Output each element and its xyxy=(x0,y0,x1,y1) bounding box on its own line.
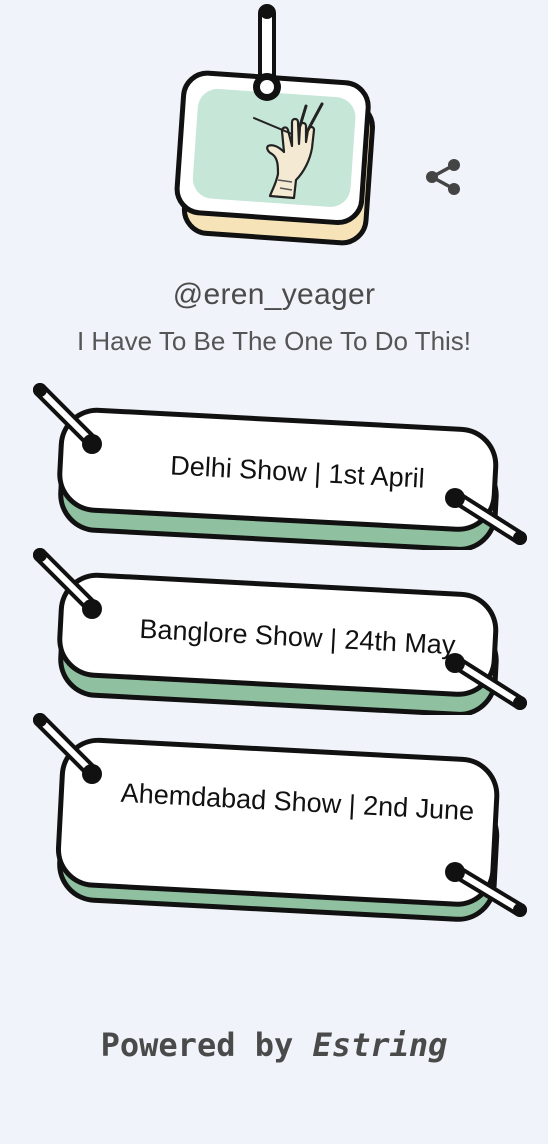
footer-prefix: Powered by xyxy=(100,1026,313,1064)
link-button-delhi-show[interactable]: Delhi Show | 1st April xyxy=(30,380,535,550)
avatar xyxy=(174,4,375,246)
linktree-page: @eren_yeager I Have To Be The One To Do … xyxy=(0,0,548,1144)
avatar-card xyxy=(170,0,380,250)
share-icon xyxy=(426,159,460,195)
profile-handle: @eren_yeager xyxy=(172,278,376,311)
powered-by-footer[interactable]: Powered by Estring xyxy=(0,1026,548,1064)
footer-brand-link[interactable]: Estring xyxy=(313,1026,448,1064)
link-button-banglore-show[interactable]: Banglore Show | 24th May xyxy=(30,545,535,715)
link-button-ahemdabad-show[interactable]: Ahemdabad Show | 2nd June xyxy=(30,710,535,925)
profile-bio: I Have To Be The One To Do This! xyxy=(76,326,472,356)
share-button[interactable] xyxy=(420,155,466,201)
